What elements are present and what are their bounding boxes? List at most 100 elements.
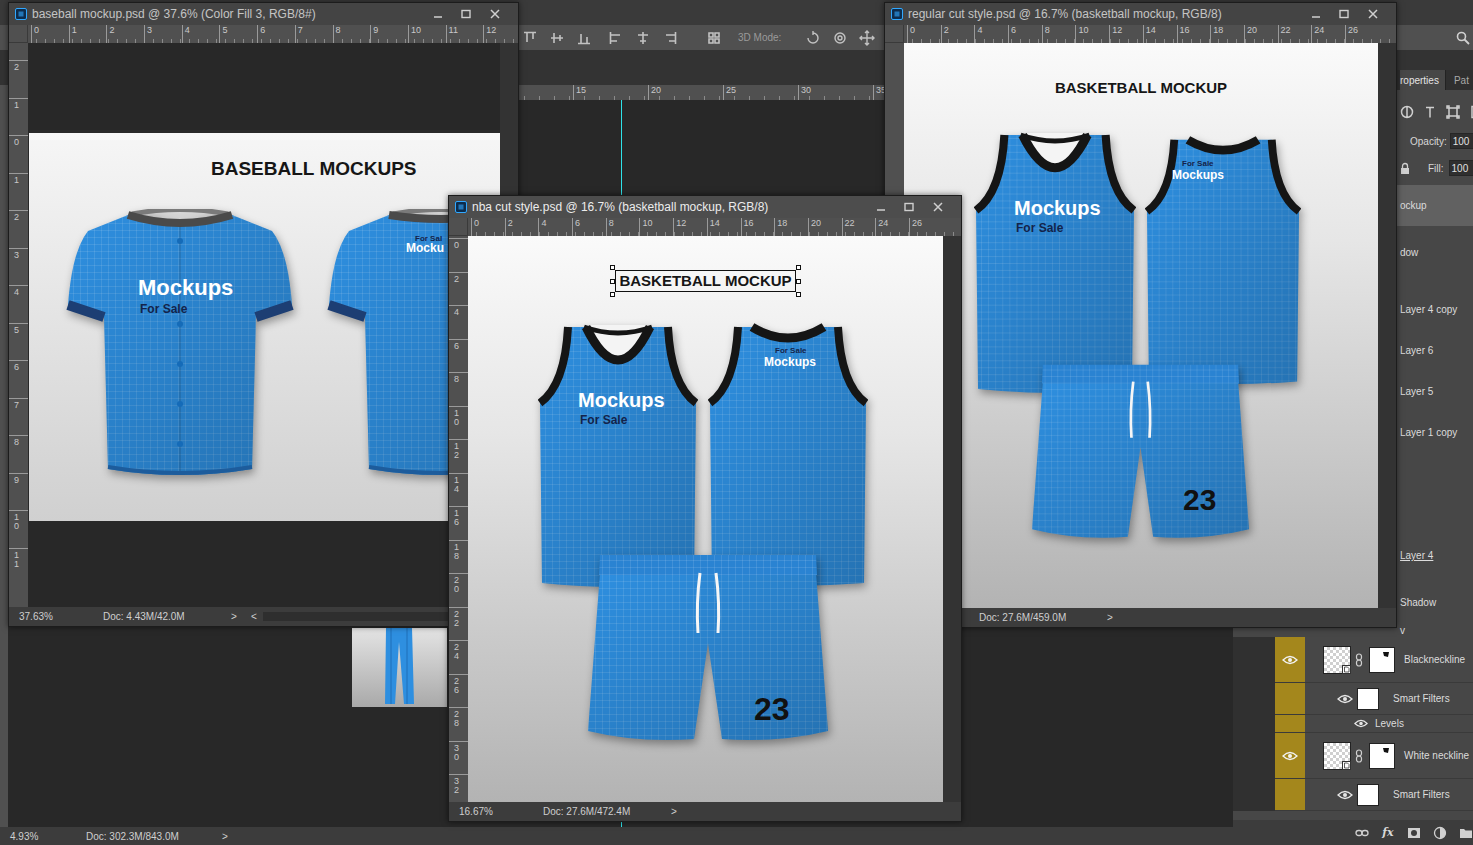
align-horizontal-center-icon[interactable] [635,30,651,46]
layer-style-button[interactable]: fx [1381,826,1395,839]
document-window[interactable]: nba cut style.psd @ 16.7% (basketball mo… [448,195,962,822]
layer-row[interactable]: Blackneckline [1275,637,1473,683]
scroll-gutter[interactable] [1378,43,1396,608]
transform-handle[interactable] [610,279,615,284]
zoom-level[interactable]: 16.67% [459,806,493,817]
fill-field[interactable]: 100 [1449,160,1473,176]
drag-3d-icon[interactable] [859,30,875,46]
chain-link-icon[interactable] [1355,749,1363,763]
maximize-icon[interactable] [1330,8,1358,20]
layer-row[interactable]: Smart Filters [1275,683,1473,715]
close-icon[interactable] [480,8,510,20]
vertical-ruler[interactable]: 2101234567891011 [9,43,28,607]
layer-row[interactable]: Levels [1275,715,1473,733]
close-icon[interactable] [923,201,953,213]
adjustment-icon[interactable] [1433,826,1447,840]
document-canvas[interactable]: BASKETBALL MOCKUPMockupsFor SaleFor Sale… [904,43,1378,608]
document-window[interactable]: baseball mockup.psd @ 37.6% (Color Fill … [8,2,519,627]
ruler-origin[interactable] [9,25,28,43]
align-left-icon[interactable] [608,30,624,46]
layer-thumbnail[interactable] [1323,742,1351,770]
opacity-field[interactable]: 100 [1450,133,1473,149]
layer-row[interactable]: Smart Filters [1275,779,1473,811]
chain-link-icon[interactable] [1355,653,1363,667]
status-bar: 4.93%Doc: 302.3M/843.0M> [0,827,1233,845]
ruler-tick: 0 [471,218,505,236]
eye-icon[interactable] [1337,790,1353,800]
transform-handle[interactable] [796,279,801,284]
layer-mask-thumbnail[interactable] [1369,743,1395,769]
type-filter-icon[interactable] [1423,105,1437,119]
ruler-tick: 20 [1244,25,1278,43]
smart-object-filter-icon[interactable] [1469,105,1473,119]
rotate-3d-icon[interactable] [805,30,821,46]
status-menu-arrow[interactable]: > [671,806,683,817]
eye-icon[interactable] [1282,751,1298,761]
link-icon[interactable] [1355,826,1369,840]
window-titlebar[interactable]: nba cut style.psd @ 16.7% (basketball mo… [449,196,961,218]
filter-mask-thumbnail[interactable] [1357,688,1379,710]
transform-handle[interactable] [796,292,801,297]
maximize-icon[interactable] [895,201,923,213]
status-menu-arrow[interactable]: > [1107,612,1119,623]
transform-handle[interactable] [796,265,801,270]
group-color-column [1275,683,1305,714]
adjustment-filter-icon[interactable] [1400,105,1414,119]
window-titlebar[interactable]: regular cut style.psd @ 16.7% (basketbal… [885,3,1396,25]
minimize-icon[interactable] [867,201,895,213]
close-icon[interactable] [1358,8,1388,20]
window-titlebar[interactable]: baseball mockup.psd @ 37.6% (Color Fill … [9,3,518,25]
align-bottom-icon[interactable] [576,30,592,46]
eye-icon[interactable] [1337,694,1353,704]
auto-align-icon[interactable] [706,30,722,46]
align-right-icon[interactable] [662,30,678,46]
mockup-heading[interactable]: BASKETBALL MOCKUP [1052,78,1230,98]
ruler-tick: 2 [9,60,28,98]
maximize-icon[interactable] [452,8,480,20]
mockup-heading[interactable]: BASEBALL MOCKUPS [208,157,420,182]
search-icon[interactable] [1456,31,1470,45]
align-top-icon[interactable] [522,30,538,46]
scroll-left-button[interactable]: < [251,611,257,622]
mockup-heading[interactable]: BASKETBALL MOCKUP [616,271,794,291]
layer-name: Levels [1375,718,1404,729]
scroll-gutter[interactable] [943,236,961,802]
transform-handle[interactable] [610,292,615,297]
document-canvas[interactable]: BASKETBALL MOCKUPMockupsFor SaleFor Sale… [468,236,943,802]
panel-tab[interactable]: Pat [1445,70,1473,90]
folder-icon[interactable] [1459,826,1473,840]
vertical-ruler[interactable] [0,100,8,827]
ruler-tick: 3 [144,25,182,43]
ruler-origin[interactable] [449,218,468,236]
layer-name: Layer 6 [1400,345,1433,356]
shape-filter-icon[interactable] [1446,105,1460,119]
mask-icon[interactable] [1407,826,1421,840]
filter-mask-thumbnail[interactable] [1357,784,1379,806]
lock-icon[interactable] [1400,162,1410,174]
layer-mask-thumbnail[interactable] [1369,647,1395,673]
status-menu-arrow[interactable]: > [222,831,234,842]
horizontal-ruler[interactable]: 02468101214161820222426 [904,25,1396,43]
transform-handle[interactable] [610,265,615,270]
zoom-level[interactable]: 37.63% [19,611,53,622]
ruler-origin[interactable] [885,25,904,43]
eye-icon[interactable] [1354,719,1368,728]
eye-icon[interactable] [1282,655,1298,665]
document-canvas[interactable]: BASEBALL MOCKUPSMockupsFor SaleFor SalMo… [28,43,500,607]
align-vertical-center-icon[interactable] [549,30,565,46]
status-menu-arrow[interactable]: > [231,611,243,622]
minimize-icon[interactable] [424,8,452,20]
panel-tab[interactable]: roperties [1400,70,1445,90]
ruler-tick: 11 [9,548,28,586]
minimize-icon[interactable] [1302,8,1330,20]
layer-row[interactable]: White neckline [1275,733,1473,779]
zoom-level[interactable]: 4.93% [0,831,78,842]
ruler-tick: 4 [974,25,1008,43]
horizontal-ruler[interactable]: 0123456789101112 [28,25,518,43]
garment-print: Mockups [1014,198,1101,218]
horizontal-ruler[interactable]: 02468101214161820222426 [468,218,961,236]
roll-3d-icon[interactable] [832,30,848,46]
layer-thumbnail[interactable] [1323,646,1351,674]
vertical-ruler[interactable]: 02468101214161820222426283032 [449,236,468,802]
ruler-tick: 22 [449,607,468,641]
